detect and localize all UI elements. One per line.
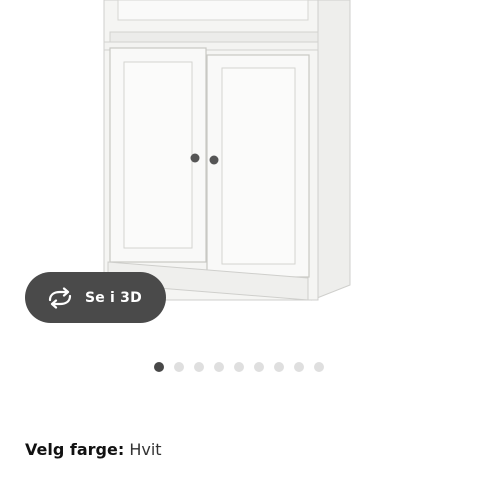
carousel-dot[interactable] — [154, 362, 164, 372]
carousel-dot[interactable] — [194, 362, 204, 372]
carousel-dot[interactable] — [214, 362, 224, 372]
carousel-dot[interactable] — [294, 362, 304, 372]
carousel-dot[interactable] — [314, 362, 324, 372]
carousel-dot[interactable] — [174, 362, 184, 372]
carousel-dot[interactable] — [254, 362, 264, 372]
view-3d-label: Se i 3D — [85, 289, 142, 306]
carousel-dot[interactable] — [234, 362, 244, 372]
image-carousel-indicator — [154, 362, 324, 372]
carousel-dot[interactable] — [274, 362, 284, 372]
view-3d-button[interactable]: Se i 3D — [25, 272, 166, 323]
color-value: Hvit — [129, 440, 162, 459]
color-label: Velg farge: — [25, 440, 125, 459]
rotate-icon — [45, 286, 75, 309]
color-selector[interactable]: Velg farge: Hvit — [25, 440, 162, 459]
